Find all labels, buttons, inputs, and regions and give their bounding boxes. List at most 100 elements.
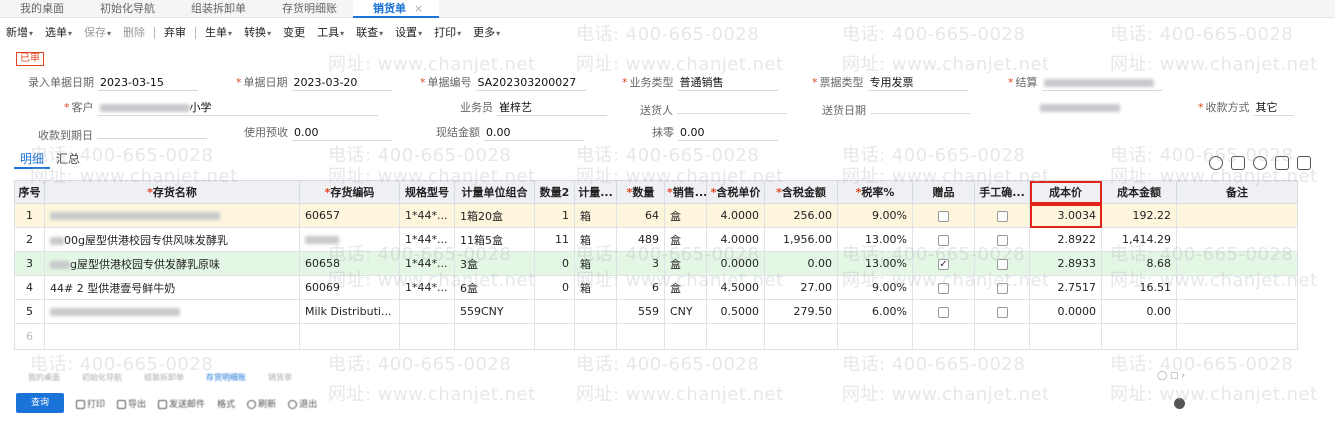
col-unit-combo[interactable]: 计量单位组合	[454, 180, 535, 204]
cell-cost-amount[interactable]: 0.00	[1101, 299, 1177, 324]
copy-icon[interactable]	[1275, 156, 1289, 170]
cell-spec[interactable]: 1*44*...	[399, 275, 455, 300]
col-manual[interactable]: 手工确...	[974, 180, 1030, 204]
col-spec[interactable]: 规格型号	[399, 180, 455, 204]
cell-manual[interactable]	[974, 227, 1030, 252]
cell-qty2[interactable]: 0	[534, 275, 575, 300]
cell-code[interactable]: 60658	[299, 251, 400, 276]
cell-manual[interactable]	[974, 251, 1030, 276]
cell-gift[interactable]	[912, 203, 975, 228]
biz-type-field[interactable]: * 业务类型 普通销售	[622, 73, 778, 93]
cell-unit2[interactable]	[574, 299, 617, 324]
tab-summary[interactable]: 汇总	[50, 151, 86, 169]
unaudit-button[interactable]: 弃审	[158, 22, 192, 44]
col-cost-price[interactable]: 成本价	[1029, 180, 1102, 204]
cell-price[interactable]: 0.5000	[706, 299, 765, 324]
manual-checkbox[interactable]	[996, 306, 1008, 318]
col-unit2[interactable]: 计量...	[574, 180, 617, 204]
cell-sale-unit[interactable]: 盒	[664, 275, 707, 300]
exit-tool[interactable]: 退出	[288, 397, 317, 410]
more-button[interactable]: 更多▾	[467, 22, 506, 45]
cell-amount[interactable]: 256.00	[764, 203, 838, 228]
linked-query-button[interactable]: 联查▾	[350, 22, 389, 45]
cash-field[interactable]: 现结金额 0.00	[436, 123, 584, 143]
email-tool[interactable]: 发送邮件	[158, 397, 205, 410]
col-code[interactable]: *存货编码	[299, 180, 400, 204]
print-tool[interactable]: 打印	[76, 397, 105, 410]
tab-detail[interactable]: 明细	[14, 151, 51, 169]
cell-amount[interactable]: 0.00	[764, 251, 838, 276]
cell-note[interactable]	[1176, 299, 1298, 324]
cell-cost-price[interactable]: 2.8922	[1029, 227, 1102, 252]
table-row-empty[interactable]: 6	[14, 323, 1298, 350]
overlay-tab-sales-order[interactable]: 销货单	[260, 372, 300, 383]
cell-manual[interactable]	[974, 203, 1030, 228]
cell-qty[interactable]: 64	[616, 203, 665, 228]
overlay-tab-inventory-ledger[interactable]: 存货明细账	[198, 372, 254, 383]
invoice-type-field[interactable]: * 票据类型 专用发票	[812, 73, 968, 93]
cell-unit-combo[interactable]: 1箱20盒	[454, 203, 535, 228]
table-row[interactable]: 1 60657 1*44*... 1箱20盒 1 箱 64 盒 4.0000 2…	[14, 203, 1298, 228]
overlay-tab-desktop[interactable]: 我的桌面	[20, 372, 68, 383]
cell-tax[interactable]: 13.00%	[837, 227, 913, 252]
query-button[interactable]: 查询	[16, 393, 64, 413]
convert-button[interactable]: 转换▾	[238, 22, 277, 45]
col-name[interactable]: *存货名称	[44, 180, 300, 204]
cell-price[interactable]: 4.0000	[706, 203, 765, 228]
cell-cost-price[interactable]: 3.0034	[1029, 203, 1102, 228]
settle-field[interactable]: * 结算	[1008, 73, 1162, 93]
col-seq[interactable]: 序号	[14, 180, 45, 204]
cell-spec[interactable]: 1*44*...	[399, 251, 455, 276]
col-tax[interactable]: *税率%	[837, 180, 913, 204]
cell-amount[interactable]: 27.00	[764, 275, 838, 300]
cell-unit2[interactable]: 箱	[574, 227, 617, 252]
cell-code[interactable]: 60069	[299, 275, 400, 300]
cell-gift[interactable]	[912, 275, 975, 300]
generate-button[interactable]: 生单▾	[199, 22, 238, 45]
scan-icon[interactable]	[1231, 156, 1245, 170]
cell-sale-unit[interactable]: 盒	[664, 227, 707, 252]
cell-name[interactable]	[44, 203, 300, 228]
refresh-tool[interactable]: 刷新	[247, 397, 276, 410]
cell-price[interactable]: 4.5000	[706, 275, 765, 300]
tab-assembly[interactable]: 组装拆卸单	[171, 0, 262, 18]
gift-checkbox[interactable]	[938, 282, 949, 294]
table-row[interactable]: 2 00g屋型供港校园专供风味发酵乳 1*44*... 11箱5盒 11 箱 4…	[14, 227, 1298, 252]
cell-qty[interactable]: 559	[616, 299, 665, 324]
cell-note[interactable]	[1176, 227, 1298, 252]
export-icon[interactable]	[1297, 156, 1311, 170]
cell-gift[interactable]	[912, 299, 975, 324]
cell-tax[interactable]: 13.00%	[837, 251, 913, 276]
doc-date-field[interactable]: * 单据日期 2023-03-20	[236, 73, 392, 93]
customer-field[interactable]: * 客户 小学	[64, 98, 378, 118]
format-tool[interactable]: 格式	[217, 397, 235, 410]
col-price[interactable]: *含税单价	[706, 180, 765, 204]
cell-unit2[interactable]: 箱	[574, 251, 617, 276]
col-sale-unit[interactable]: *销售...	[664, 180, 707, 204]
cell-manual[interactable]	[974, 275, 1030, 300]
deliver-date-field[interactable]: 送货日期	[822, 98, 970, 118]
cell-cost-amount[interactable]: 1,414.29	[1101, 227, 1177, 252]
overlay-tab-init-nav[interactable]: 初始化导航	[74, 372, 130, 383]
cell-cost-price[interactable]: 2.8933	[1029, 251, 1102, 276]
tab-desktop[interactable]: 我的桌面	[0, 0, 80, 18]
cell-spec[interactable]	[399, 299, 455, 324]
cell-qty[interactable]: 6	[616, 275, 665, 300]
settings-button[interactable]: 设置▾	[389, 22, 428, 45]
col-qty[interactable]: *数量	[616, 180, 665, 204]
cell-gift[interactable]: ✓	[912, 251, 975, 276]
cell-amount[interactable]: 279.50	[764, 299, 838, 324]
cell-name[interactable]: 00g屋型供港校园专供风味发酵乳	[44, 227, 300, 252]
gift-checkbox-checked[interactable]: ✓	[938, 258, 949, 270]
tab-sales-order[interactable]: 销货单 ×	[353, 0, 440, 18]
cell-amount[interactable]: 1,956.00	[764, 227, 838, 252]
tab-init-nav[interactable]: 初始化导航	[80, 0, 171, 18]
cell-tax[interactable]: 9.00%	[837, 203, 913, 228]
gift-checkbox[interactable]	[938, 234, 949, 246]
cell-cost-amount[interactable]: 8.68	[1101, 251, 1177, 276]
payment-field[interactable]: * 收款方式 其它	[1198, 98, 1294, 118]
print-button[interactable]: 打印▾	[428, 22, 467, 45]
cell-cost-price[interactable]: 2.7517	[1029, 275, 1102, 300]
cell-cost-price[interactable]: 0.0000	[1029, 299, 1102, 324]
close-icon[interactable]: ×	[414, 2, 423, 15]
